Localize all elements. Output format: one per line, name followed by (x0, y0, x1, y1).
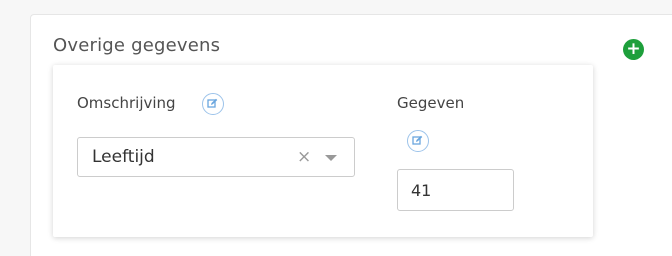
other-details-panel: Overige gegevens + Omschrijving Gegeven (30, 14, 672, 256)
detail-row-card: Omschrijving Gegeven Leeftijd × (53, 65, 593, 237)
description-label: Omschrijving (77, 94, 176, 112)
section-title: Overige gegevens (53, 35, 221, 56)
value-input[interactable] (397, 169, 514, 211)
page: Overige gegevens + Omschrijving Gegeven (0, 0, 672, 256)
edit-value-icon[interactable] (407, 130, 429, 152)
description-select-value: Leeftijd (92, 147, 155, 167)
chevron-down-icon[interactable] (325, 155, 337, 161)
add-row-button[interactable]: + (623, 39, 644, 60)
value-label: Gegeven (397, 94, 465, 112)
clear-icon[interactable]: × (297, 147, 311, 167)
edit-description-icon[interactable] (202, 93, 224, 115)
plus-icon: + (626, 39, 641, 59)
description-select[interactable]: Leeftijd × (77, 137, 355, 177)
